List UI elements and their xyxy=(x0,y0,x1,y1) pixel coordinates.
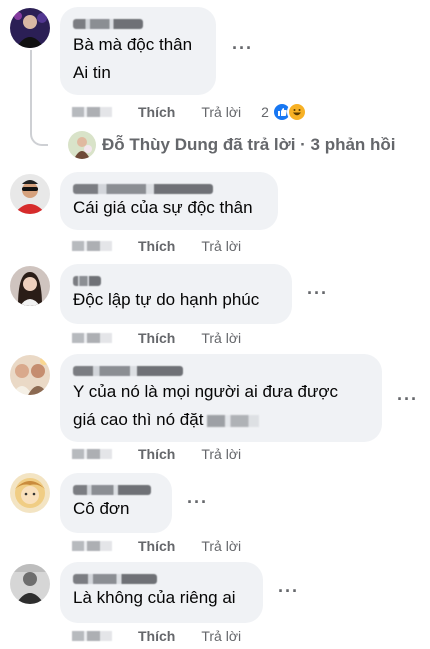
comment-bubble: Bà mà độc thân Ai tin xyxy=(60,7,216,95)
more-options-icon[interactable]: ··· xyxy=(397,389,418,410)
comment-text: Y của nó là mọi người ai đưa được giá ca… xyxy=(73,378,370,434)
comment-bubble: Cái giá của sự độc thân xyxy=(60,172,278,230)
comment-3: Độc lập tự do hạnh phúc ··· Thích Trả lờ… xyxy=(0,262,430,354)
replies-summary[interactable]: Đỗ Thùy Dung đã trả lời · 3 phản hồi xyxy=(102,135,396,155)
thread-line xyxy=(30,50,48,146)
avatar[interactable] xyxy=(10,473,50,513)
comment-5: Cô đơn ··· Thích Trả lời xyxy=(0,470,430,560)
avatar[interactable] xyxy=(10,564,50,604)
avatar[interactable] xyxy=(10,266,50,306)
comment-actions: Thích Trả lời xyxy=(72,445,261,463)
like-button[interactable]: Thích xyxy=(138,538,175,554)
comment-text-content: Y của nó là mọi người ai đưa được giá ca… xyxy=(73,382,338,429)
reply-button[interactable]: Trả lời xyxy=(201,538,241,554)
author-name[interactable] xyxy=(73,272,280,286)
timestamp[interactable] xyxy=(72,333,112,343)
comment-6: Là không của riêng ai ··· Thích Trả lời xyxy=(0,561,430,649)
like-button[interactable]: Thích xyxy=(138,446,175,462)
comment-text: Cô đơn xyxy=(73,499,130,518)
author-name[interactable] xyxy=(73,15,204,29)
timestamp[interactable] xyxy=(72,541,112,551)
comment-2: Cái giá của sự độc thân Thích Trả lời xyxy=(0,170,430,260)
reply-button[interactable]: Trả lời xyxy=(201,104,241,120)
more-options-icon[interactable]: ··· xyxy=(187,492,208,513)
reply-button[interactable]: Trả lời xyxy=(201,628,241,644)
timestamp[interactable] xyxy=(72,241,112,251)
more-options-icon[interactable]: ··· xyxy=(307,283,328,304)
replier-avatar xyxy=(68,131,96,159)
timestamp[interactable] xyxy=(72,631,112,641)
author-name[interactable] xyxy=(73,180,266,194)
comment-text: Bà mà độc thân Ai tin xyxy=(73,35,193,82)
redacted-text xyxy=(207,414,260,427)
avatar[interactable] xyxy=(10,8,50,48)
reaction-count: 2 xyxy=(261,104,269,120)
like-button[interactable]: Thích xyxy=(138,330,175,346)
comment-text: Độc lập tự do hạnh phúc xyxy=(73,290,260,309)
timestamp[interactable] xyxy=(72,449,112,459)
haha-reaction-icon xyxy=(286,102,307,122)
comment-actions: Thích Trả lời xyxy=(72,237,261,255)
comment-bubble: Y của nó là mọi người ai đưa được giá ca… xyxy=(60,354,382,442)
comment-1: Bà mà độc thân Ai tin ··· Thích Trả lời … xyxy=(0,0,430,160)
view-replies-link[interactable]: Đỗ Thùy Dung đã trả lời · 3 phản hồi xyxy=(68,130,396,160)
comment-4: Y của nó là mọi người ai đưa được giá ca… xyxy=(0,353,430,465)
avatar[interactable] xyxy=(10,355,50,395)
author-name[interactable] xyxy=(73,481,160,495)
author-name[interactable] xyxy=(73,570,251,584)
comment-bubble: Là không của riêng ai xyxy=(60,562,263,623)
comment-actions: Thích Trả lời xyxy=(72,329,261,347)
like-button[interactable]: Thích xyxy=(138,104,175,120)
timestamp[interactable] xyxy=(72,107,112,117)
comment-text: Là không của riêng ai xyxy=(73,588,236,607)
reply-button[interactable]: Trả lời xyxy=(201,238,241,254)
more-options-icon[interactable]: ··· xyxy=(232,38,253,59)
comment-bubble: Độc lập tự do hạnh phúc xyxy=(60,264,292,324)
author-name[interactable] xyxy=(73,362,370,376)
reaction-summary[interactable]: 2 xyxy=(261,102,307,122)
comment-bubble: Cô đơn xyxy=(60,473,172,533)
reply-button[interactable]: Trả lời xyxy=(201,446,241,462)
comment-actions: Thích Trả lời xyxy=(72,537,261,555)
more-options-icon[interactable]: ··· xyxy=(278,581,299,602)
reply-button[interactable]: Trả lời xyxy=(201,330,241,346)
comment-actions: Thích Trả lời 2 xyxy=(72,102,307,122)
comment-actions: Thích Trả lời xyxy=(72,627,261,645)
comment-text: Cái giá của sự độc thân xyxy=(73,198,253,217)
avatar[interactable] xyxy=(10,174,50,214)
like-button[interactable]: Thích xyxy=(138,238,175,254)
like-button[interactable]: Thích xyxy=(138,628,175,644)
